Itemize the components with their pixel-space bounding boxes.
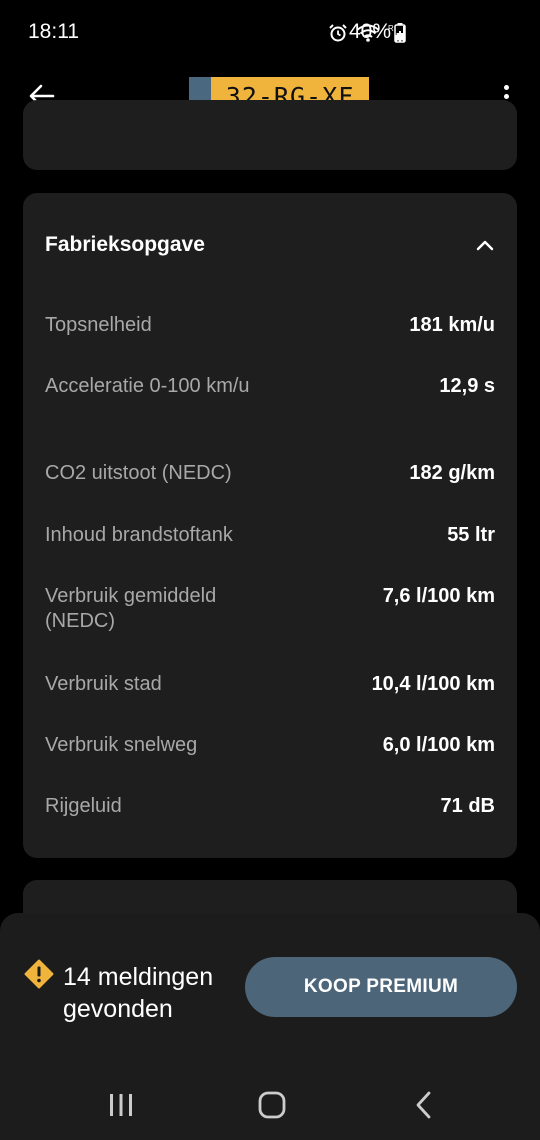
- nav-recents-button[interactable]: [91, 1085, 151, 1125]
- previous-card: [23, 100, 517, 170]
- system-nav-bar: [0, 1063, 540, 1140]
- status-time: 18:11: [28, 20, 79, 43]
- nav-back-button[interactable]: [394, 1085, 454, 1125]
- card-header[interactable]: Fabrieksopgave: [45, 229, 495, 261]
- spec-value: 71 dB: [440, 795, 495, 817]
- spec-label: Verbruik gemiddeld (NEDC): [45, 585, 217, 632]
- spec-row-co2: CO2 uitstoot (NEDC) 182 g/km: [45, 461, 495, 486]
- status-bar: 18:11 R 40%: [0, 0, 540, 64]
- battery-percent: 40%: [349, 20, 392, 43]
- fabrieksopgave-card: Fabrieksopgave Topsnelheid 181 km/u Acce…: [23, 193, 517, 858]
- spec-value: 12,9 s: [439, 375, 495, 397]
- home-icon: [258, 1091, 286, 1119]
- spec-label: Inhoud brandstoftank: [45, 524, 233, 546]
- nav-home-button[interactable]: [242, 1085, 302, 1125]
- spec-value: 55 ltr: [447, 524, 495, 546]
- spec-value: 181 km/u: [409, 314, 495, 336]
- spec-row-rijgeluid: Rijgeluid 71 dB: [45, 794, 495, 819]
- spec-label: Acceleratie 0-100 km/u: [45, 375, 250, 397]
- spec-row-topsnelheid: Topsnelheid 181 km/u: [45, 313, 495, 338]
- spec-row-verbruik-snelweg: Verbruik snelweg 6,0 l/100 km: [45, 733, 495, 758]
- koop-premium-button[interactable]: KOOP PREMIUM: [245, 957, 517, 1017]
- spec-row-verbruik-gemiddeld: Verbruik gemiddeld (NEDC) 7,6 l/100 km: [45, 584, 495, 634]
- spec-label: CO2 uitstoot (NEDC): [45, 462, 232, 484]
- spec-label: Verbruik snelweg: [45, 734, 198, 756]
- alarm-icon: [329, 24, 347, 42]
- spec-label: Verbruik stad: [45, 673, 162, 695]
- spec-value: 10,4 l/100 km: [371, 673, 495, 695]
- recents-icon: [110, 1094, 132, 1116]
- premium-bottom-sheet: 14 meldingen gevonden KOOP PREMIUM: [0, 913, 540, 1063]
- warning-diamond-icon: [24, 959, 54, 989]
- warning-count-text: 14 meldingen gevonden: [63, 963, 214, 1023]
- spec-label: Rijgeluid: [45, 795, 122, 817]
- spec-label: Topsnelheid: [45, 314, 152, 336]
- spec-value: 182 g/km: [409, 462, 495, 484]
- battery-icon: [394, 23, 406, 43]
- card-title: Fabrieksopgave: [45, 233, 205, 256]
- chevron-left-icon: [416, 1091, 431, 1119]
- more-vertical-icon: [503, 84, 509, 90]
- spec-value: 6,0 l/100 km: [382, 734, 495, 756]
- spec-row-verbruik-stad: Verbruik stad 10,4 l/100 km: [45, 672, 495, 697]
- spec-value: 7,6 l/100 km: [382, 585, 495, 607]
- spec-row-brandstoftank: Inhoud brandstoftank 55 ltr: [45, 523, 495, 548]
- spec-row-acceleratie: Acceleratie 0-100 km/u 12,9 s: [45, 374, 495, 399]
- chevron-up-icon[interactable]: [475, 235, 495, 255]
